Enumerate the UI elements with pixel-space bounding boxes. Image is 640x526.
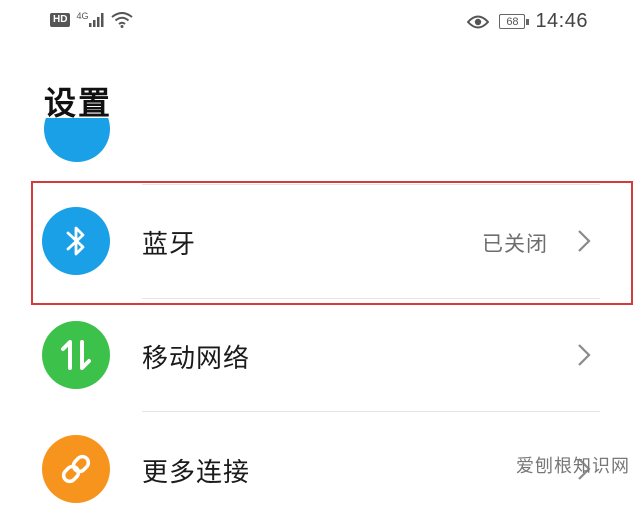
setting-label-mobile-network: 移动网络: [142, 344, 251, 374]
highlight-box: [31, 181, 633, 305]
setting-row-mobile-network[interactable]: 移动网络: [0, 298, 640, 412]
status-bar-left: HD 4G: [50, 11, 134, 28]
watermark-text: 爱刨根知识网: [516, 456, 630, 477]
battery-icon: 68: [499, 14, 530, 29]
setting-label-more-connections: 更多连接: [142, 458, 251, 488]
network-type-label: 4G: [76, 11, 89, 21]
battery-level: 68: [506, 15, 519, 28]
signal-icon: 4G: [76, 11, 105, 27]
eye-icon: [467, 15, 490, 28]
link-icon: [42, 435, 110, 503]
hd-icon: HD: [50, 13, 71, 27]
wifi-icon: [111, 12, 134, 28]
chevron-right-icon: [578, 344, 591, 366]
clock: 14:46: [535, 10, 588, 32]
mobile-data-icon: [42, 321, 110, 389]
status-bar: HD 4G 68 14:46: [0, 0, 640, 48]
partial-setting-icon: [44, 118, 110, 162]
status-bar-right: 68 14:46: [467, 10, 588, 33]
